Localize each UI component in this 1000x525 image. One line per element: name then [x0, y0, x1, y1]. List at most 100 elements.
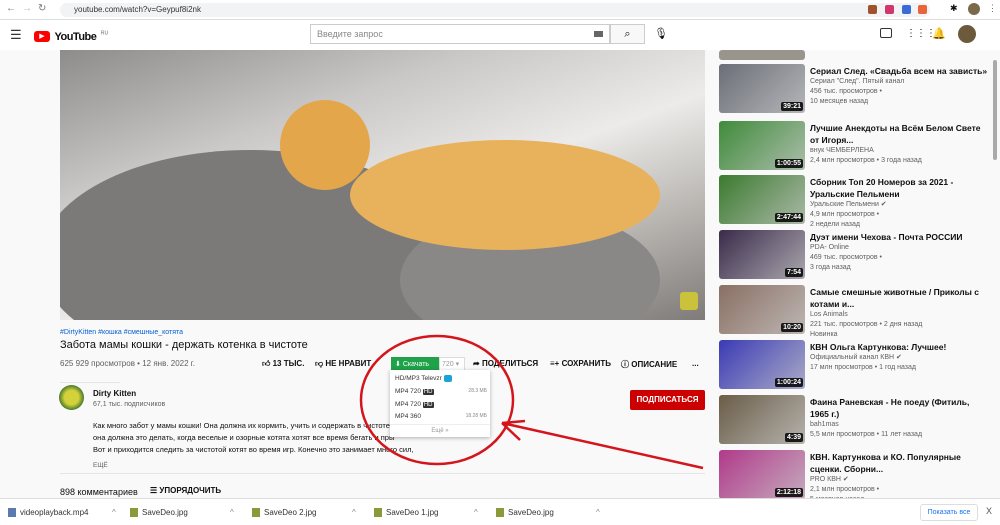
- sidebar-video-title[interactable]: Лучшие Анекдоты на Всём Белом Свете от И…: [810, 122, 990, 146]
- sidebar-views: 2,4 млн просмотров • 3 года назад: [810, 157, 922, 164]
- sidebar-video-title[interactable]: КВН Ольга Картункова: Лучшее!: [810, 341, 990, 353]
- back-icon[interactable]: ←: [6, 3, 16, 14]
- sidebar-video-title[interactable]: Сериал След. «Свадьба всем на зависть»: [810, 65, 990, 77]
- chevron-up-icon[interactable]: ^: [352, 508, 356, 517]
- menu-icon[interactable]: ⋮: [988, 3, 997, 14]
- download-item[interactable]: videoplayback.mp4 ^: [8, 508, 116, 518]
- sidebar-thumbnail[interactable]: 39:21: [719, 64, 805, 113]
- sidebar-video-title[interactable]: Фаина Раневская - Не поеду (Фитиль, 1965…: [810, 396, 990, 420]
- sort-button[interactable]: ☰ УПОРЯДОЧИТЬ: [150, 486, 221, 495]
- sidebar-video-title[interactable]: КВН. Картункова и КО. Популярные сценки.…: [810, 451, 990, 475]
- search-button[interactable]: ⌕: [610, 24, 645, 44]
- create-icon[interactable]: [880, 28, 892, 38]
- more-formats-link[interactable]: Ещё »: [390, 424, 490, 434]
- description-button[interactable]: ⓘ ОПИСАНИЕ: [621, 359, 677, 370]
- sidebar-channel: PDA- Online: [810, 244, 849, 251]
- like-button[interactable]: 👍︎ 13 ТЫС.: [262, 359, 304, 369]
- sidebar-thumbnail[interactable]: 10:20: [719, 285, 805, 334]
- extension-icon[interactable]: [918, 5, 927, 14]
- show-more-link[interactable]: ЕЩЁ: [93, 460, 414, 472]
- channel-watermark: [680, 292, 698, 310]
- download-icon: ⬇: [395, 361, 403, 368]
- download-button[interactable]: ⬇ Скачать: [391, 357, 439, 371]
- sidebar-views: 4,9 млн просмотров •: [810, 211, 880, 218]
- file-icon: [130, 508, 138, 518]
- extension-icon[interactable]: [868, 5, 877, 14]
- sidebar-thumbnail[interactable]: [719, 50, 805, 60]
- quality-select[interactable]: 720 ▾: [439, 357, 465, 371]
- save-button[interactable]: ≡+ СОХРАНИТЬ: [550, 359, 611, 368]
- forward-icon[interactable]: →: [22, 3, 32, 14]
- sidebar-age: 10 месяцев назад: [810, 98, 869, 105]
- sidebar-video-title[interactable]: Сборник Топ 20 Номеров за 2021 - Уральск…: [810, 176, 990, 200]
- sidebar-video-item[interactable]: Самые смешные животные / Приколы с котам…: [810, 286, 990, 340]
- channel-name[interactable]: Dirty Kitten: [93, 389, 136, 398]
- show-all-button[interactable]: Показать все: [920, 504, 978, 521]
- chevron-up-icon[interactable]: ^: [230, 508, 234, 517]
- close-icon[interactable]: X: [986, 506, 992, 516]
- sidebar-age: 3 года назад: [810, 264, 851, 271]
- youtube-logo[interactable]: ▶ YouTube RU: [34, 28, 108, 46]
- video-duration: 10:20: [781, 323, 803, 332]
- description-text: Как много забот у мамы кошки! Она должна…: [93, 420, 414, 472]
- profile-avatar[interactable]: [968, 3, 980, 15]
- subscribe-button[interactable]: ПОДПИСАТЬСЯ: [630, 390, 705, 410]
- dislike-button[interactable]: 👎︎ НЕ НРАВИТ: [315, 359, 371, 369]
- download-item[interactable]: SaveDeo 1.jpg ^: [374, 508, 478, 518]
- sidebar-video-title[interactable]: Самые смешные животные / Приколы с котам…: [810, 286, 990, 310]
- chevron-up-icon[interactable]: ^: [474, 508, 478, 517]
- microphone-icon[interactable]: 🎙: [654, 27, 668, 40]
- video-player[interactable]: [60, 50, 705, 320]
- sidebar-video-item[interactable]: КВН. Картункова и КО. Популярные сценки.…: [810, 451, 990, 505]
- sidebar-views: 5,5 млн просмотров • 11 лет назад: [810, 431, 923, 438]
- sidebar-thumbnail[interactable]: 2:12:18: [719, 450, 805, 499]
- sidebar-video-item[interactable]: Лучшие Анекдоты на Всём Белом Свете от И…: [810, 122, 990, 166]
- video-duration: 1:00:24: [774, 378, 803, 387]
- sidebar-video-title[interactable]: Дуэт имени Чехова - Почта РОССИИ: [810, 231, 990, 243]
- sort-icon: ☰: [150, 486, 160, 495]
- sidebar-thumbnail[interactable]: 1:00:24: [719, 340, 805, 389]
- video-duration: 39:21: [781, 102, 803, 111]
- chevron-up-icon[interactable]: ^: [596, 508, 600, 517]
- reload-icon[interactable]: ↻: [38, 3, 46, 14]
- sidebar-thumbnail[interactable]: 2:47:44: [719, 175, 805, 224]
- sidebar-video-item[interactable]: Сериал След. «Свадьба всем на зависть» Се…: [810, 65, 990, 107]
- sidebar-thumbnail[interactable]: 7:54: [719, 230, 805, 279]
- sidebar-video-item[interactable]: Дуэт имени Чехова - Почта РОССИИ PDA- Onl…: [810, 231, 990, 273]
- share-button[interactable]: ➦ ПОДЕЛИТЬСЯ: [473, 359, 538, 368]
- address-bar[interactable]: youtube.com/watch?v=Geypuf8i2nk: [60, 3, 930, 17]
- file-icon: [496, 508, 504, 518]
- sidebar-thumbnail[interactable]: 1:00:55: [719, 121, 805, 170]
- file-icon: [374, 508, 382, 518]
- sidebar-video-item[interactable]: Сборник Топ 20 Номеров за 2021 - Уральск…: [810, 176, 990, 230]
- hashtags[interactable]: #DirtyKitten #кошка #смешные_котята: [60, 329, 183, 336]
- download-option[interactable]: MP4 720 HD: [395, 401, 487, 408]
- bell-icon[interactable]: 🔔: [932, 27, 946, 40]
- puzzle-icon[interactable]: ✱: [950, 3, 958, 14]
- download-item[interactable]: SaveDeo.jpg ^: [496, 508, 600, 518]
- chevron-up-icon[interactable]: ^: [112, 508, 116, 517]
- download-option[interactable]: HD/MP3 Televzr: [395, 375, 487, 382]
- subscriber-count: 67,1 тыс. подписчиков: [93, 401, 166, 408]
- download-item[interactable]: SaveDeo.jpg ^: [130, 508, 234, 518]
- sidebar-video-item[interactable]: Фаина Раневская - Не поеду (Фитиль, 1965…: [810, 396, 990, 440]
- sidebar-thumbnail[interactable]: 4:39: [719, 395, 805, 444]
- scrollbar-thumb[interactable]: [993, 60, 997, 160]
- share-icon: ➦: [473, 359, 482, 368]
- search-input[interactable]: Введите запрос: [310, 24, 610, 44]
- more-button[interactable]: ...: [692, 359, 699, 368]
- hamburger-icon[interactable]: ☰: [10, 27, 22, 43]
- sidebar-video-item[interactable]: КВН Ольга Картункова: Лучшее! Официальный…: [810, 341, 990, 373]
- sidebar-views: 2,1 млн просмотров •: [810, 486, 880, 493]
- download-option[interactable]: MP4 720 HD 28.3 МБ: [395, 388, 487, 395]
- extension-icon[interactable]: [885, 5, 894, 14]
- sidebar-channel: Уральские Пельмени ✔: [810, 201, 887, 208]
- sidebar-views: 469 тыс. просмотров •: [810, 254, 882, 261]
- download-option[interactable]: MP4 360 18.28 МБ: [395, 413, 487, 420]
- avatar[interactable]: [958, 25, 976, 43]
- sidebar-channel: Официальный канал КВН ✔: [810, 354, 902, 361]
- keyboard-icon[interactable]: [594, 31, 603, 37]
- download-item[interactable]: SaveDeo 2.jpg ^: [252, 508, 356, 518]
- channel-avatar[interactable]: [59, 385, 84, 410]
- extension-icon[interactable]: [902, 5, 911, 14]
